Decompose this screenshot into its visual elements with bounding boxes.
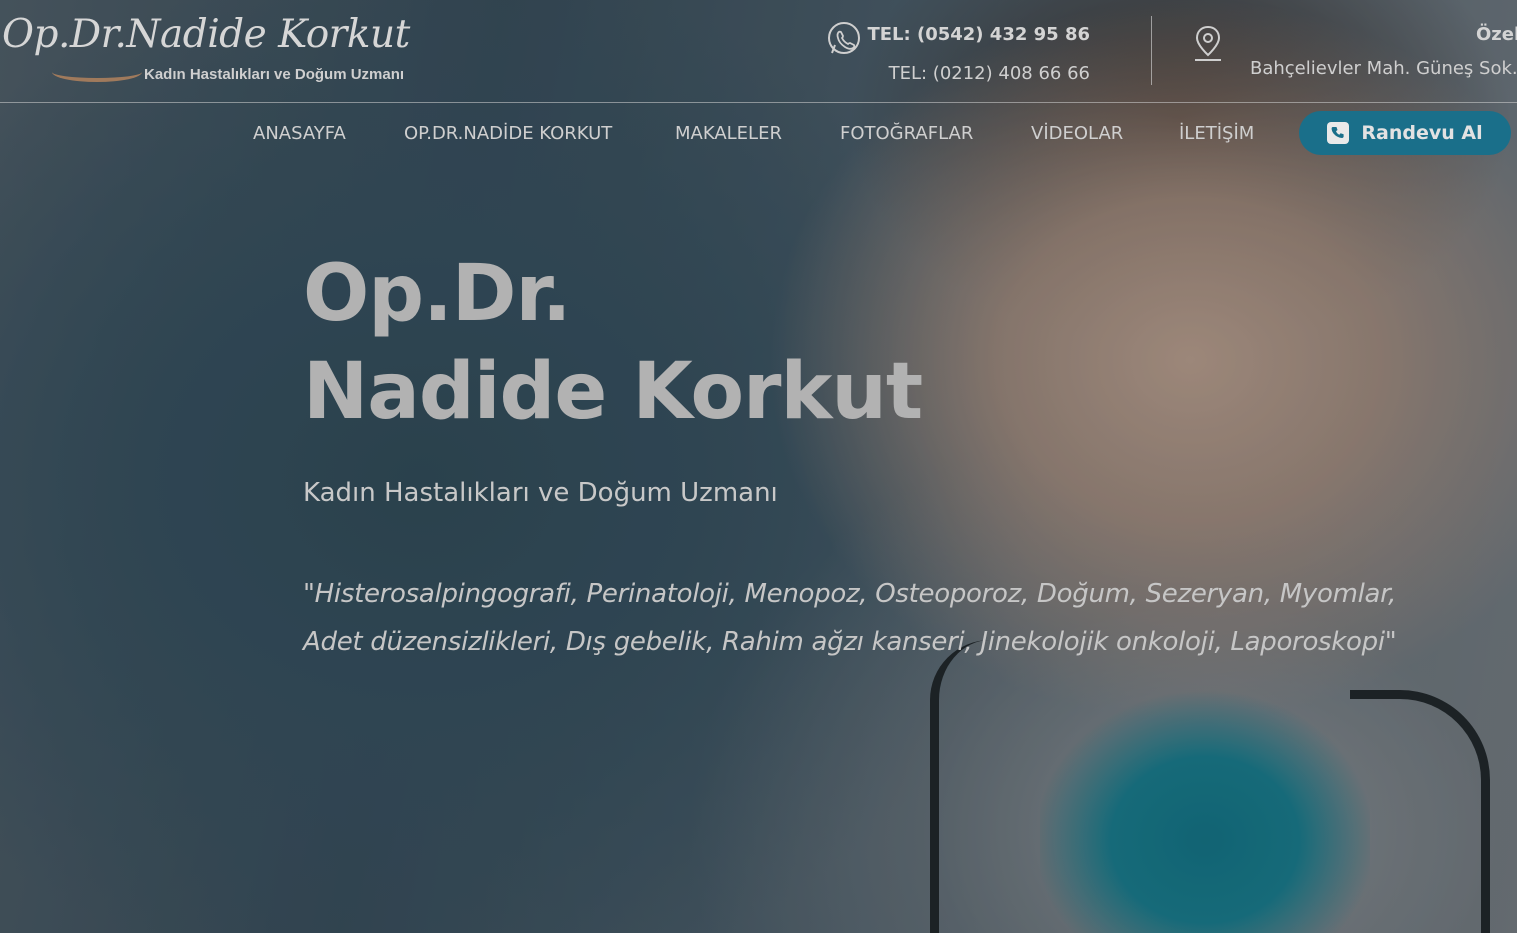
nav-item-fotograflar[interactable]: FOTOĞRAFLAR xyxy=(840,123,973,144)
address-title: Özel xyxy=(1476,24,1517,45)
appointment-button[interactable]: Randevu Al xyxy=(1299,111,1511,155)
phone-office-link[interactable]: TEL: (0212) 408 66 66 xyxy=(889,63,1090,84)
hero-title: Op.Dr. Nadide Korkut xyxy=(303,245,1003,441)
phone-mobile-link[interactable]: TEL: (0542) 432 95 86 xyxy=(867,24,1090,45)
hero-quote-line-2: Adet düzensizlikleri, Dış gebelik, Rahim… xyxy=(303,627,1397,657)
phone-icon xyxy=(1327,122,1350,144)
hero-title-line-1: Op.Dr. xyxy=(303,249,572,339)
site-logo[interactable]: Op.Dr.Nadide Korkut Kadın Hastalıkları v… xyxy=(0,12,440,92)
nav-item-anasayfa[interactable]: ANASAYFA xyxy=(253,123,346,144)
nav-item-about-doctor[interactable]: OP.DR.NADİDE KORKUT xyxy=(404,123,612,144)
header-divider xyxy=(1151,16,1152,85)
hero-title-line-2: Nadide Korkut xyxy=(303,347,923,437)
hero-subtitle: Kadın Hastalıkları ve Doğum Uzmanı xyxy=(303,478,778,508)
contact-phones: TEL: (0542) 432 95 86 TEL: (0212) 408 66… xyxy=(825,18,1095,90)
logo-swoosh xyxy=(52,62,142,82)
hero-quote-line-1: "Histerosalpingografi, Perinatoloji, Men… xyxy=(303,579,1397,609)
logo-subtitle: Kadın Hastalıkları ve Doğum Uzmanı xyxy=(144,66,405,83)
whatsapp-icon[interactable] xyxy=(825,20,863,58)
site-header: Op.Dr.Nadide Korkut Kadın Hastalıkları v… xyxy=(0,0,1517,103)
logo-name: Op.Dr.Nadide Korkut xyxy=(2,12,410,57)
nav-item-iletisim[interactable]: İLETİŞİM xyxy=(1179,123,1254,144)
main-nav: ANASAYFA OP.DR.NADİDE KORKUT MAKALELER F… xyxy=(0,103,1517,165)
appointment-button-label: Randevu Al xyxy=(1361,122,1483,144)
location-pin-icon xyxy=(1195,25,1221,61)
nav-item-makaleler[interactable]: MAKALELER xyxy=(675,123,782,144)
address-line: Bahçelievler Mah. Güneş Sok. xyxy=(1250,58,1517,79)
hero-specialties-quote: "Histerosalpingografi, Perinatoloji, Men… xyxy=(303,570,1483,666)
nav-item-videolar[interactable]: VİDEOLAR xyxy=(1031,123,1123,144)
